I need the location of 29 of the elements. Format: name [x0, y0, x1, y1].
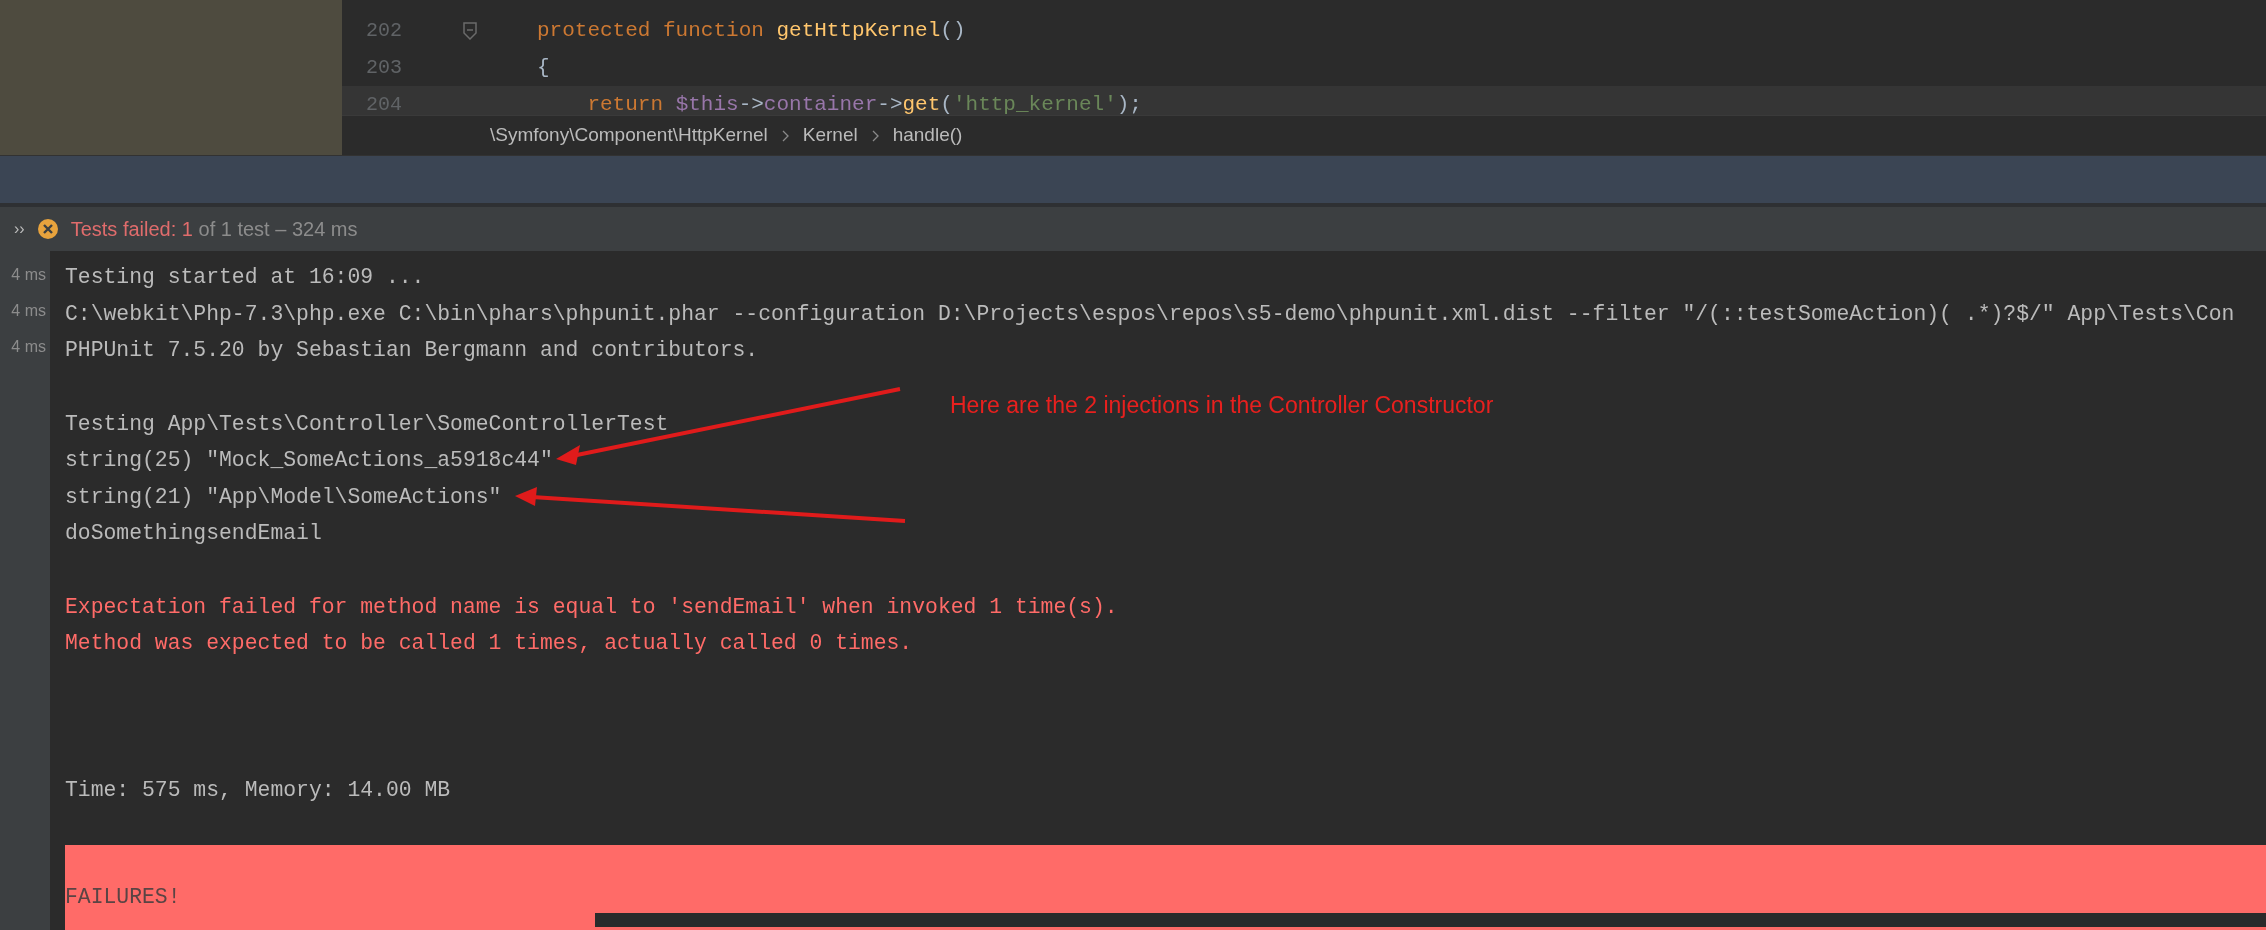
error-icon — [36, 218, 59, 240]
breadcrumb-item[interactable]: handle() — [892, 121, 963, 150]
console-line: doSomethingsendEmail — [65, 520, 322, 548]
line-number: 203 — [365, 54, 402, 81]
duration-label: 4 ms — [11, 265, 47, 285]
breadcrumb-item[interactable]: Kernel — [802, 121, 858, 150]
annotation-text: Here are the 2 injections in the Controller Constructor — [950, 391, 1494, 420]
expand-toggle[interactable]: ›› — [14, 217, 25, 241]
duration-label: 4 ms — [11, 337, 47, 357]
breadcrumb-item[interactable]: \Symfony\Component\HttpKernel — [490, 121, 768, 150]
fold-icon[interactable] — [462, 21, 477, 40]
test-status: Tests failed: 1 of 1 test – 324 ms — [70, 217, 358, 242]
duration-label: 4 ms — [11, 301, 47, 321]
console-line: Testing started at 16:09 ... — [65, 264, 425, 292]
line-number: 202 — [365, 17, 402, 44]
console-line: C:\webkit\Php-7.3\php.exe C:\bin\phars\phpunit.phar --configuration D:\Projects\espos\repos\s5-demo\phpunit.xml.dist --filter "/(::testSomeAction)( .*)?$/" App\Tests\Con — [65, 300, 2235, 328]
code-line: protected function getHttpKernel() — [537, 17, 966, 44]
console-line: PHPUnit 7.5.20 by Sebastian Bergmann and contributors. — [65, 337, 759, 365]
chevron-icon — [871, 129, 879, 142]
chevron-icon — [781, 129, 789, 142]
code-line: { — [537, 54, 550, 81]
failure-message: FAILURES! — [65, 883, 181, 911]
error-message: Expectation failed for method name is equal to 'sendEmail' when invoked 1 time(s). — [65, 593, 1118, 621]
console-line: string(25) "Mock_SomeActions_a5918c44" — [65, 447, 553, 475]
code-line: return $this->container->get('http_kernel'); — [586, 91, 1142, 115]
console-line: Testing App\Tests\Controller\SomeControllerTest — [65, 410, 669, 438]
console-line: string(21) "App\Model\SomeActions" — [65, 483, 502, 511]
console-line: Time: 575 ms, Memory: 14.00 MB — [65, 776, 451, 804]
error-message: Method was expected to be called 1 times, actually called 0 times. — [65, 630, 913, 658]
